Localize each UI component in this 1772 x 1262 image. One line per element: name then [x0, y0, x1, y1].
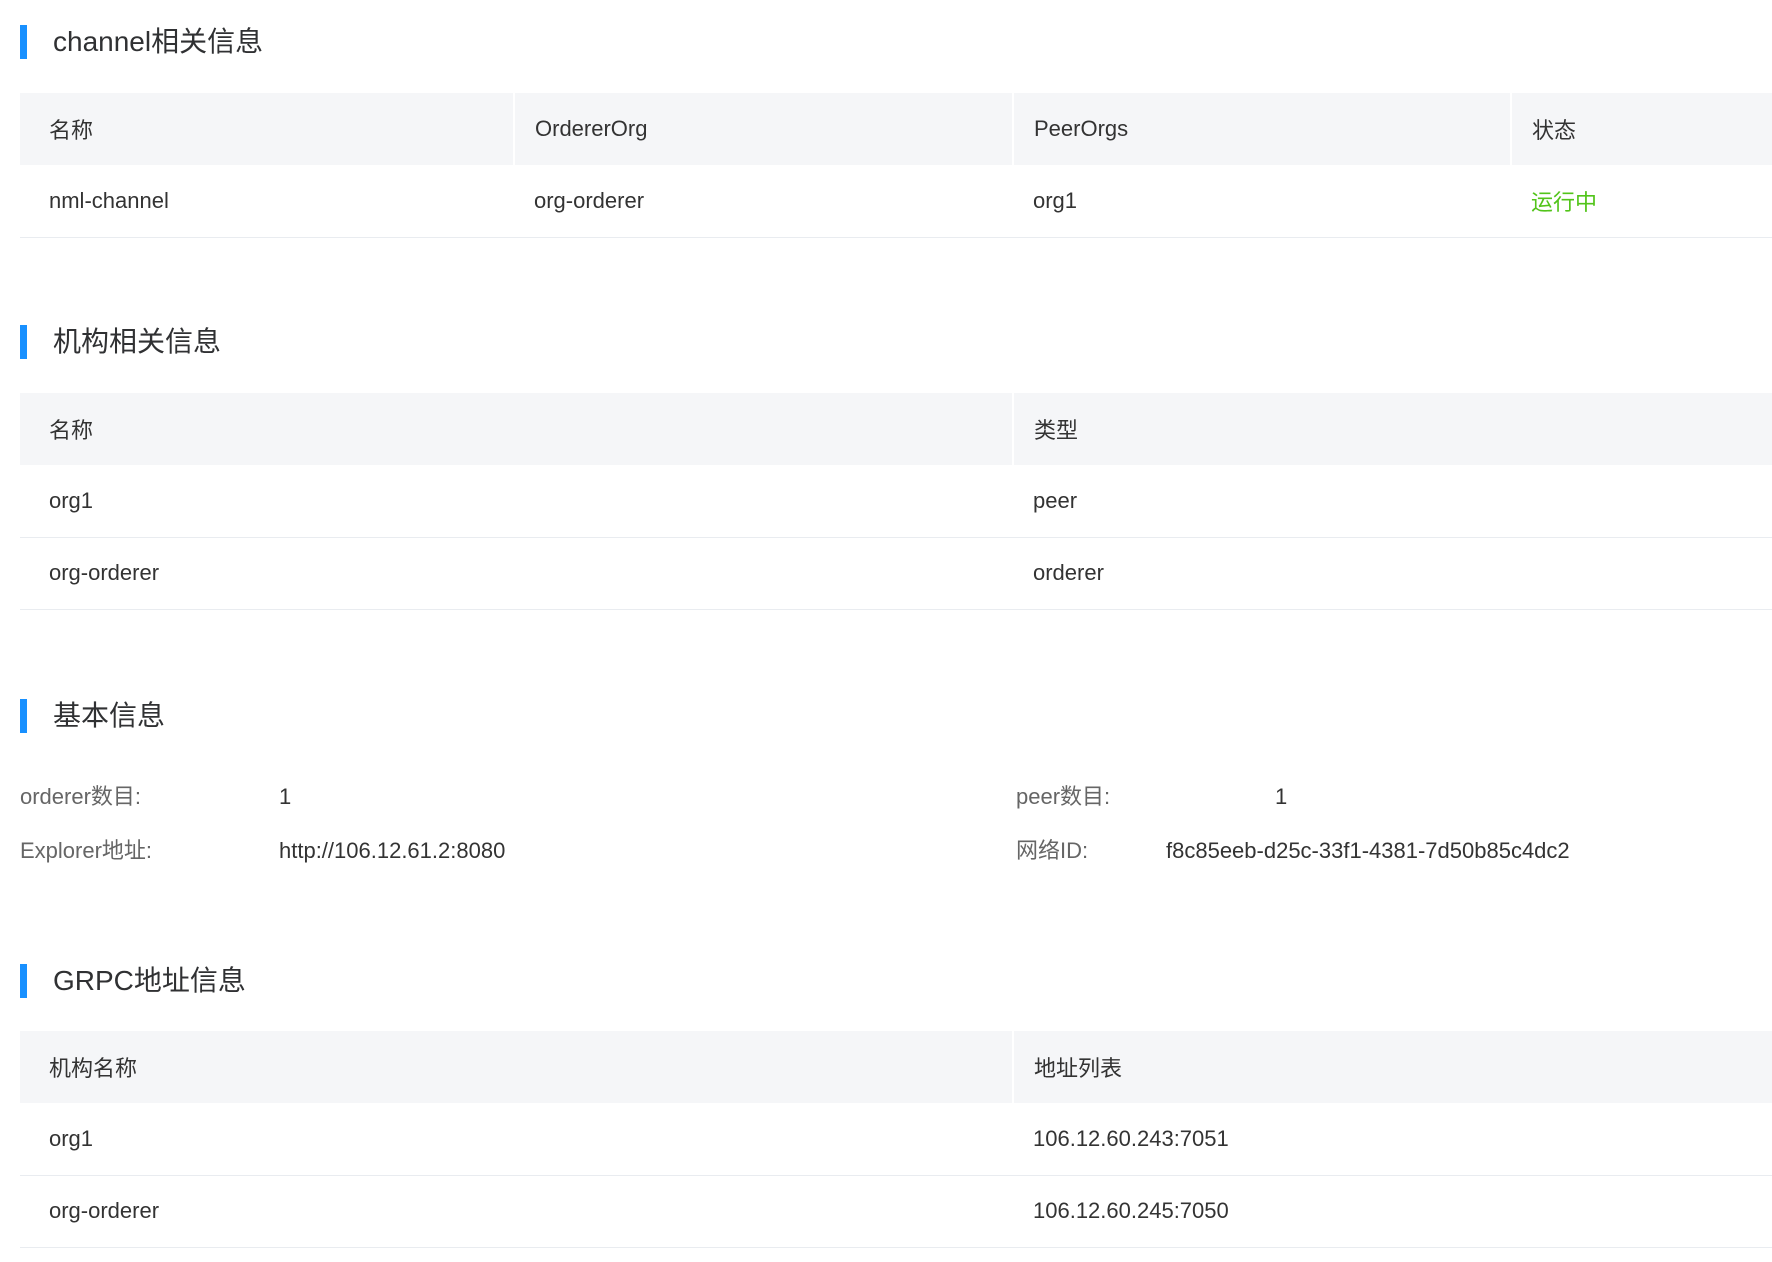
header-cell-org-name: 机构名称 — [20, 1031, 1013, 1103]
section-marker — [20, 325, 27, 359]
section-marker — [20, 699, 27, 733]
table-header-row: 名称 OrdererOrg PeerOrgs 状态 — [20, 93, 1772, 165]
header-cell-addresses: 地址列表 — [1012, 1031, 1772, 1103]
org-section-title-text: 机构相关信息 — [53, 326, 222, 357]
header-cell-name: 名称 — [20, 93, 514, 165]
peer-count-value: 1 — [1275, 784, 1288, 809]
explorer-address-label: Explorer地址: — [20, 838, 153, 863]
orderer-count-value: 1 — [279, 784, 292, 809]
org-table: 名称 类型 org1 peer org-orderer orderer — [20, 393, 1772, 610]
info-row-addresses: Explorer地址: http://106.12.61.2:8080 网络ID… — [0, 834, 1772, 868]
org-name: org1 — [20, 465, 1013, 538]
header-cell-type: 类型 — [1012, 393, 1772, 465]
org-type: orderer — [1013, 537, 1772, 610]
table-row: org1 peer — [20, 465, 1772, 538]
network-id-label: 网络ID: — [1016, 838, 1089, 863]
section-marker — [20, 25, 27, 59]
header-cell-orderer-org: OrdererOrg — [513, 93, 1013, 165]
channel-table: 名称 OrdererOrg PeerOrgs 状态 nml-channel or… — [20, 93, 1772, 238]
explorer-address-value: http://106.12.61.2:8080 — [279, 838, 506, 863]
channel-peer-orgs: org1 — [1013, 165, 1511, 238]
table-row: org-orderer 106.12.60.245:7050 — [20, 1175, 1772, 1248]
channel-section-title: channel相关信息 — [20, 22, 620, 62]
table-row: nml-channel org-orderer org1 运行中 — [20, 165, 1772, 238]
grpc-address: 106.12.60.245:7050 — [1013, 1175, 1772, 1248]
grpc-section-title-text: GRPC地址信息 — [53, 965, 246, 996]
basic-section-title: 基本信息 — [20, 696, 620, 736]
table-header-row: 机构名称 地址列表 — [20, 1031, 1772, 1103]
table-row: org1 106.12.60.243:7051 — [20, 1103, 1772, 1176]
peer-count-field: peer数目: 1 — [1016, 780, 1287, 814]
channel-name: nml-channel — [20, 165, 514, 238]
basic-section-title-text: 基本信息 — [53, 700, 166, 731]
org-section-title: 机构相关信息 — [20, 322, 620, 362]
network-id-value: f8c85eeb-d25c-33f1-4381-7d50b85c4dc2 — [1166, 838, 1570, 863]
table-row: org-orderer orderer — [20, 537, 1772, 610]
header-cell-name: 名称 — [20, 393, 1013, 465]
grpc-org-name: org1 — [20, 1103, 1013, 1176]
info-row-counts: orderer数目: 1 peer数目: 1 — [0, 780, 1772, 814]
status-badge: 运行中 — [1511, 165, 1772, 238]
orderer-count-field: orderer数目: 1 — [20, 780, 291, 814]
table-header-row: 名称 类型 — [20, 393, 1772, 465]
peer-count-label: peer数目: — [1016, 784, 1111, 809]
channel-section-title-text: channel相关信息 — [53, 26, 264, 57]
section-marker — [20, 964, 27, 998]
grpc-section-title: GRPC地址信息 — [20, 961, 620, 1001]
channel-orderer-org: org-orderer — [514, 165, 1013, 238]
explorer-address-field: Explorer地址: http://106.12.61.2:8080 — [20, 834, 505, 868]
grpc-address: 106.12.60.243:7051 — [1013, 1103, 1772, 1176]
header-cell-status: 状态 — [1510, 93, 1772, 165]
grpc-table: 机构名称 地址列表 org1 106.12.60.243:7051 org-or… — [20, 1031, 1772, 1248]
network-id-field: 网络ID: f8c85eeb-d25c-33f1-4381-7d50b85c4d… — [1016, 834, 1570, 868]
orderer-count-label: orderer数目: — [20, 784, 142, 809]
org-type: peer — [1013, 465, 1772, 538]
org-name: org-orderer — [20, 537, 1013, 610]
grpc-org-name: org-orderer — [20, 1175, 1013, 1248]
header-cell-peer-orgs: PeerOrgs — [1012, 93, 1511, 165]
